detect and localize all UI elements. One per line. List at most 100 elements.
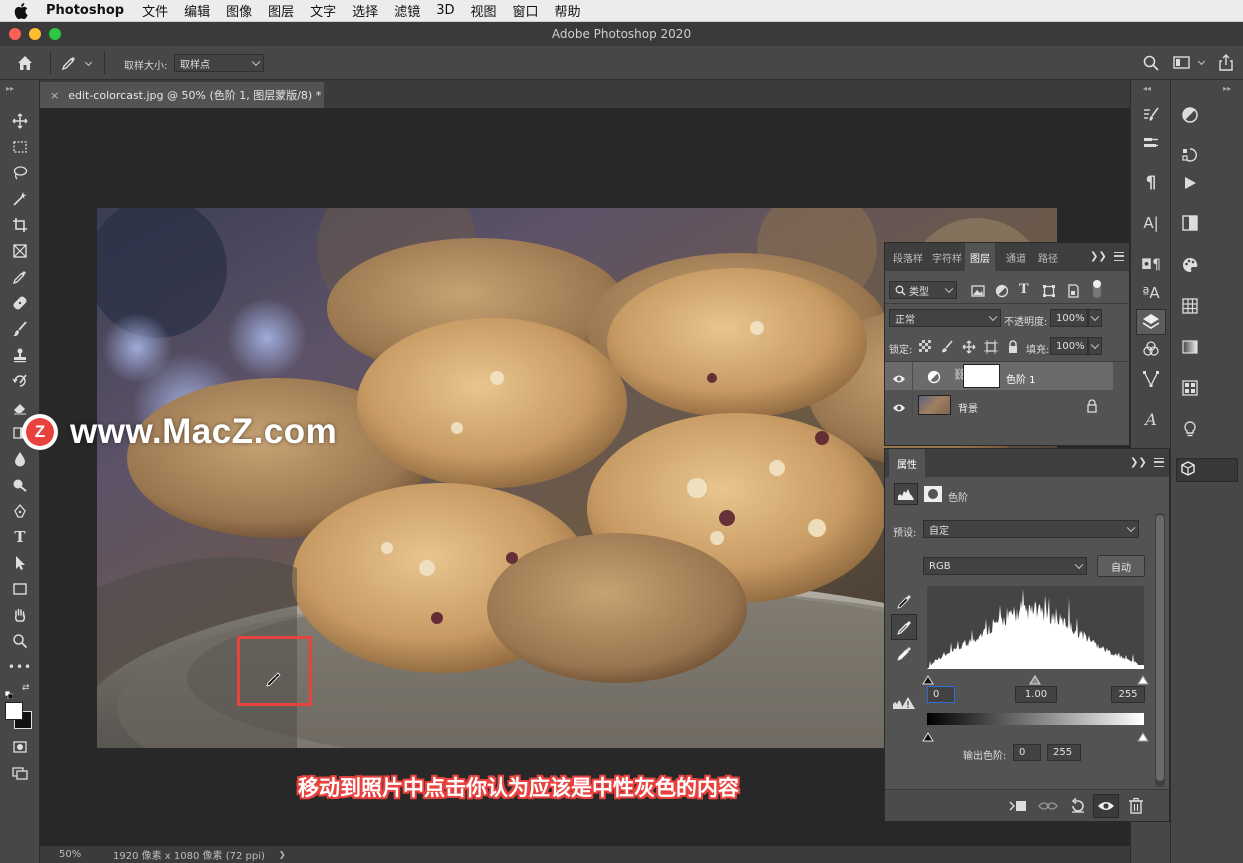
move-tool-icon[interactable]: [6, 110, 34, 132]
search-icon[interactable]: [1142, 54, 1160, 72]
trash-icon[interactable]: [1128, 797, 1144, 815]
preset-select[interactable]: 自定: [923, 520, 1139, 538]
tab-character-styles[interactable]: 字符样: [927, 243, 967, 271]
chevron-down-icon[interactable]: [84, 58, 93, 67]
reset-icon[interactable]: [1069, 797, 1087, 815]
fill-dropdown[interactable]: [1088, 337, 1102, 355]
rectangle-tool-icon[interactable]: [6, 578, 34, 600]
zoom-level[interactable]: 50%: [59, 849, 109, 860]
levels-histogram-icon[interactable]: [894, 483, 918, 505]
actions-play-icon[interactable]: [1177, 172, 1203, 194]
workspace-icon[interactable]: [1172, 55, 1192, 71]
paths-icon[interactable]: [1138, 368, 1164, 390]
input-gamma-slider[interactable]: [1029, 670, 1041, 685]
patterns-icon[interactable]: [1177, 377, 1203, 399]
menu-edit[interactable]: 编辑: [184, 1, 210, 20]
menu-layer[interactable]: 图层: [268, 1, 294, 20]
tab-channels[interactable]: 通道: [1001, 243, 1031, 271]
zoom-tool-icon[interactable]: [6, 630, 34, 652]
filter-shape-layers-icon[interactable]: [1042, 283, 1056, 297]
history-brush-tool-icon[interactable]: [6, 370, 34, 392]
expand-panels-icon[interactable]: ❯❯: [1090, 251, 1107, 262]
link-icon[interactable]: ⛓: [953, 368, 967, 384]
apple-icon[interactable]: [14, 2, 32, 19]
default-colors-icon[interactable]: [4, 684, 14, 700]
tab-paragraph-styles[interactable]: 段落样: [888, 243, 928, 271]
zoom-window-button[interactable]: [49, 28, 61, 40]
frame-tool-icon[interactable]: [6, 240, 34, 262]
close-tab-icon[interactable]: ×: [50, 89, 59, 102]
paragraph-icon[interactable]: ¶: [1138, 172, 1164, 194]
document-info-arrow[interactable]: ❯: [279, 850, 286, 859]
fill-input[interactable]: 100%: [1050, 337, 1088, 355]
marquee-tool-icon[interactable]: [6, 136, 34, 158]
brush-settings-icon[interactable]: [1138, 104, 1164, 126]
lasso-tool-icon[interactable]: [6, 162, 34, 184]
layer-row[interactable]: ⛓ 色阶 1: [885, 362, 1113, 390]
filter-pixel-layers-icon[interactable]: [971, 283, 985, 297]
gray-point-eyedropper-icon[interactable]: [891, 614, 917, 640]
lock-position-icon[interactable]: [962, 339, 976, 354]
pen-tool-icon[interactable]: [6, 500, 34, 522]
brushes-icon[interactable]: [1138, 132, 1164, 154]
channel-select[interactable]: RGB: [923, 557, 1087, 575]
screen-mode-icon[interactable]: [6, 762, 34, 784]
close-window-button[interactable]: [9, 28, 21, 40]
opacity-dropdown[interactable]: [1088, 309, 1102, 327]
output-black-slider[interactable]: [922, 727, 934, 742]
lock-transparent-pixels-icon[interactable]: [919, 340, 931, 352]
lock-icon[interactable]: [1086, 398, 1098, 413]
document-tab[interactable]: × edit-colorcast.jpg @ 50% (色阶 1, 图层蒙版/8…: [40, 82, 324, 108]
menu-help[interactable]: 帮助: [555, 1, 581, 20]
filter-smart-objects-icon[interactable]: [1066, 283, 1080, 298]
collapse-icon[interactable]: ▸▸: [1223, 84, 1231, 93]
panel-menu-icon[interactable]: [1114, 252, 1124, 261]
scrollbar-thumb[interactable]: [1156, 515, 1164, 781]
dodge-tool-icon[interactable]: [6, 474, 34, 496]
menu-filter[interactable]: 滤镜: [394, 1, 420, 20]
type-tool-icon[interactable]: T: [6, 526, 34, 548]
black-point-eyedropper-icon[interactable]: [893, 590, 915, 612]
share-icon[interactable]: [1216, 53, 1236, 73]
output-black-field[interactable]: 0: [1013, 744, 1041, 761]
view-previous-state-icon[interactable]: [1037, 798, 1059, 814]
properties-scrollbar[interactable]: [1155, 513, 1165, 787]
3d-panel-button[interactable]: [1176, 458, 1238, 482]
eraser-tool-icon[interactable]: [6, 396, 34, 418]
character-icon[interactable]: A|: [1138, 212, 1164, 234]
collapse-icon[interactable]: ◂◂: [1143, 84, 1151, 93]
brush-tool-icon[interactable]: [6, 318, 34, 340]
tab-layers[interactable]: 图层: [965, 243, 995, 271]
gradients-icon[interactable]: [1177, 336, 1203, 358]
channels-icon[interactable]: [1138, 338, 1164, 360]
eyedropper-tool-preset-icon[interactable]: [60, 54, 82, 72]
eye-icon[interactable]: [892, 370, 906, 383]
collapse-icon[interactable]: ▸▸: [6, 84, 14, 93]
menu-file[interactable]: 文件: [142, 1, 168, 20]
hand-tool-icon[interactable]: [6, 604, 34, 626]
menu-window[interactable]: 窗口: [513, 1, 539, 20]
mask-icon[interactable]: [924, 486, 942, 502]
history-icon[interactable]: [1177, 144, 1203, 166]
layers-panel-button[interactable]: [1136, 309, 1166, 335]
filter-type-layers-icon[interactable]: T: [1019, 282, 1033, 297]
tab-paths[interactable]: 路径: [1033, 243, 1063, 271]
minimize-window-button[interactable]: [29, 28, 41, 40]
menu-type[interactable]: 文字: [310, 1, 336, 20]
eyedropper-tool-icon[interactable]: [6, 266, 34, 288]
swap-colors-icon[interactable]: ⇄: [22, 683, 32, 693]
output-white-slider[interactable]: [1137, 727, 1149, 742]
menu-select[interactable]: 选择: [352, 1, 378, 20]
blend-mode-select[interactable]: 正常: [889, 309, 1001, 327]
crop-tool-icon[interactable]: [6, 214, 34, 236]
layer-mask-thumbnail[interactable]: [963, 364, 1000, 388]
expand-panels-icon[interactable]: ❯❯: [1130, 457, 1147, 468]
glyphs-icon[interactable]: A: [1138, 408, 1164, 430]
home-icon[interactable]: [16, 54, 38, 72]
menu-3d[interactable]: 3D: [436, 3, 454, 18]
chevron-down-icon[interactable]: [1197, 57, 1206, 66]
character-styles-icon[interactable]: ªA: [1138, 282, 1164, 304]
input-gamma-field[interactable]: 1.00: [1015, 686, 1057, 703]
healing-brush-tool-icon[interactable]: [6, 292, 34, 314]
tab-properties[interactable]: 属性: [889, 449, 925, 477]
